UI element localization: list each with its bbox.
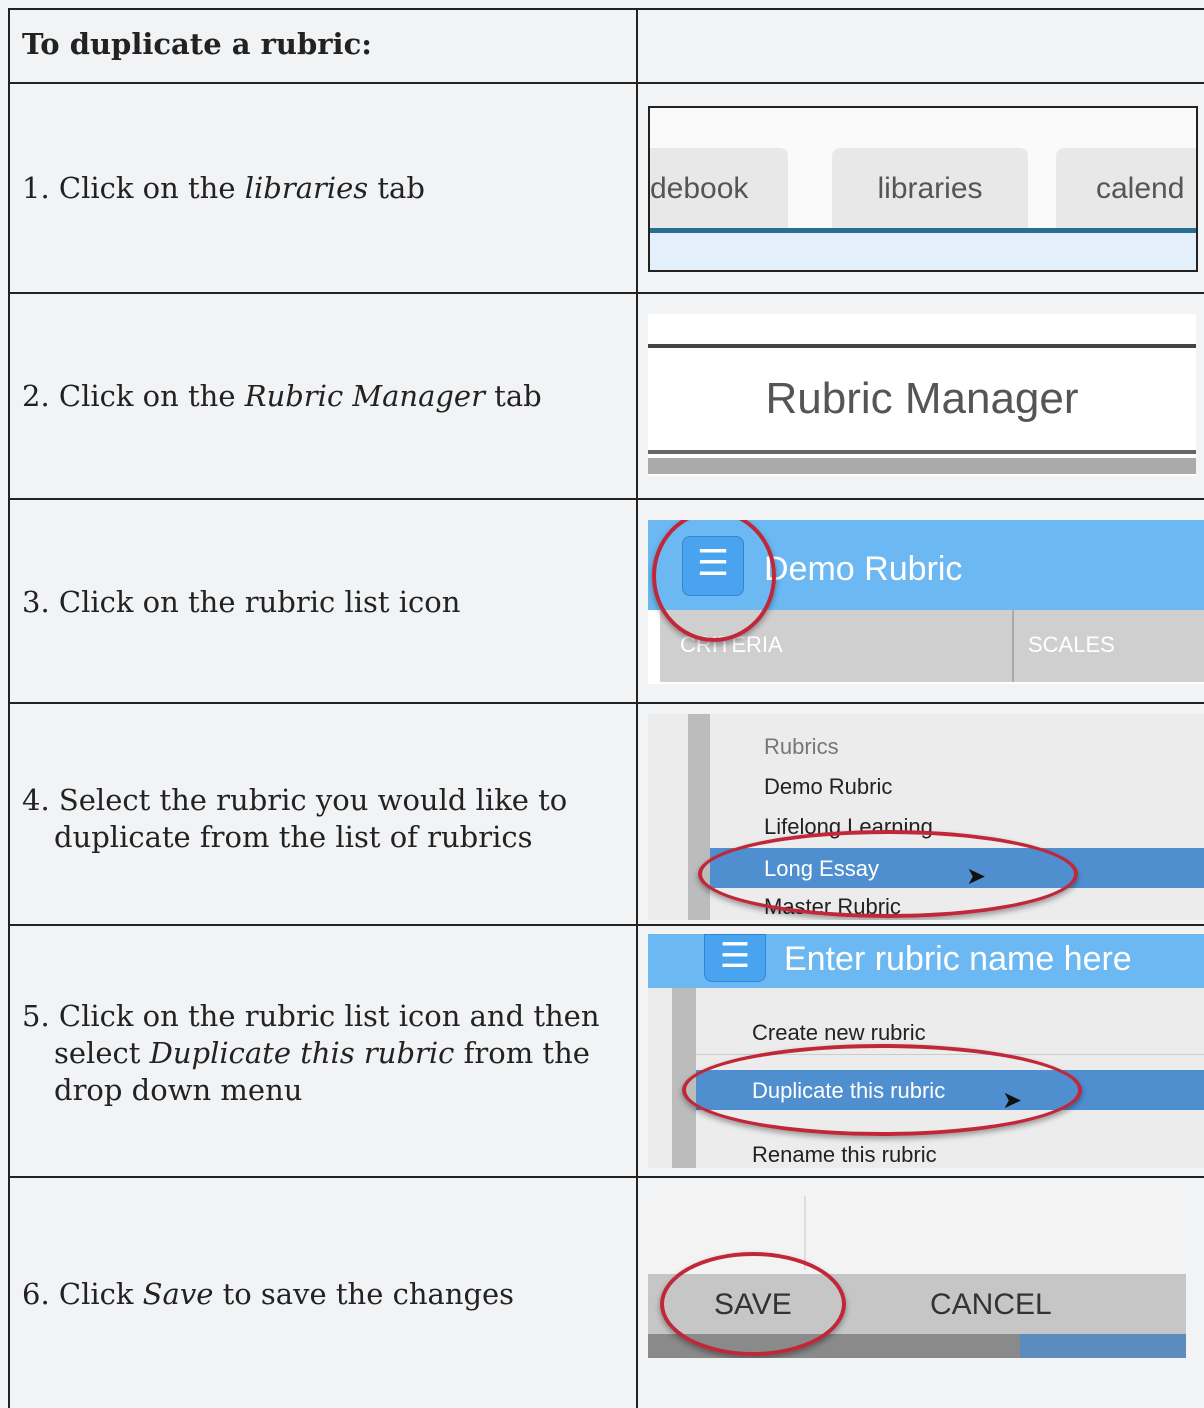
list-icon[interactable]: ☰ (704, 934, 766, 982)
rubric-manager-tab-screenshot: Rubric Manager (648, 314, 1196, 476)
step-5-text: 5. Click on the rubric list icon and the… (22, 999, 600, 1107)
rubric-manager-tab[interactable]: Rubric Manager (648, 374, 1196, 424)
menu-item-rename[interactable]: Rename this rubric (752, 1142, 937, 1168)
tab-calendar[interactable]: calend (1056, 148, 1196, 230)
rubric-name: Demo Rubric (764, 550, 963, 588)
libraries-tab-screenshot: debook libraries calend (648, 106, 1198, 272)
rubric-name-input[interactable]: Enter rubric name here (784, 940, 1132, 979)
step-1-text: 1. Click on the libraries tab (22, 171, 425, 205)
step-3-text: 3. Click on the rubric list icon (22, 585, 461, 619)
scales-header: SCALES (1028, 632, 1115, 657)
tab-libraries[interactable]: libraries (832, 148, 1028, 230)
instruction-table: To duplicate a rubric: 1. Click on the l… (8, 8, 1204, 1408)
step-2-text: 2. Click on the Rubric Manager tab (22, 379, 542, 413)
menu-item-create[interactable]: Create new rubric (752, 1020, 926, 1046)
cancel-button[interactable]: CANCEL (930, 1288, 1052, 1322)
duplicate-menu-screenshot: ☰ Enter rubric name here Create new rubr… (648, 934, 1204, 1168)
list-item[interactable]: Demo Rubric (764, 774, 892, 800)
save-button-screenshot: SAVE CANCEL (648, 1196, 1186, 1358)
table-title: To duplicate a rubric: (22, 27, 372, 61)
tab-gradebook[interactable]: debook (650, 148, 788, 230)
rubric-list-icon-screenshot: ☰ Demo Rubric CRITERIA SCALES (648, 520, 1204, 684)
step-6-text: 6. Click Save to save the changes (22, 1277, 515, 1311)
step-4-text: 4. Select the rubric you would like to d… (22, 783, 568, 854)
rubric-select-screenshot: Rubrics Demo Rubric Lifelong Learning Lo… (648, 714, 1204, 920)
